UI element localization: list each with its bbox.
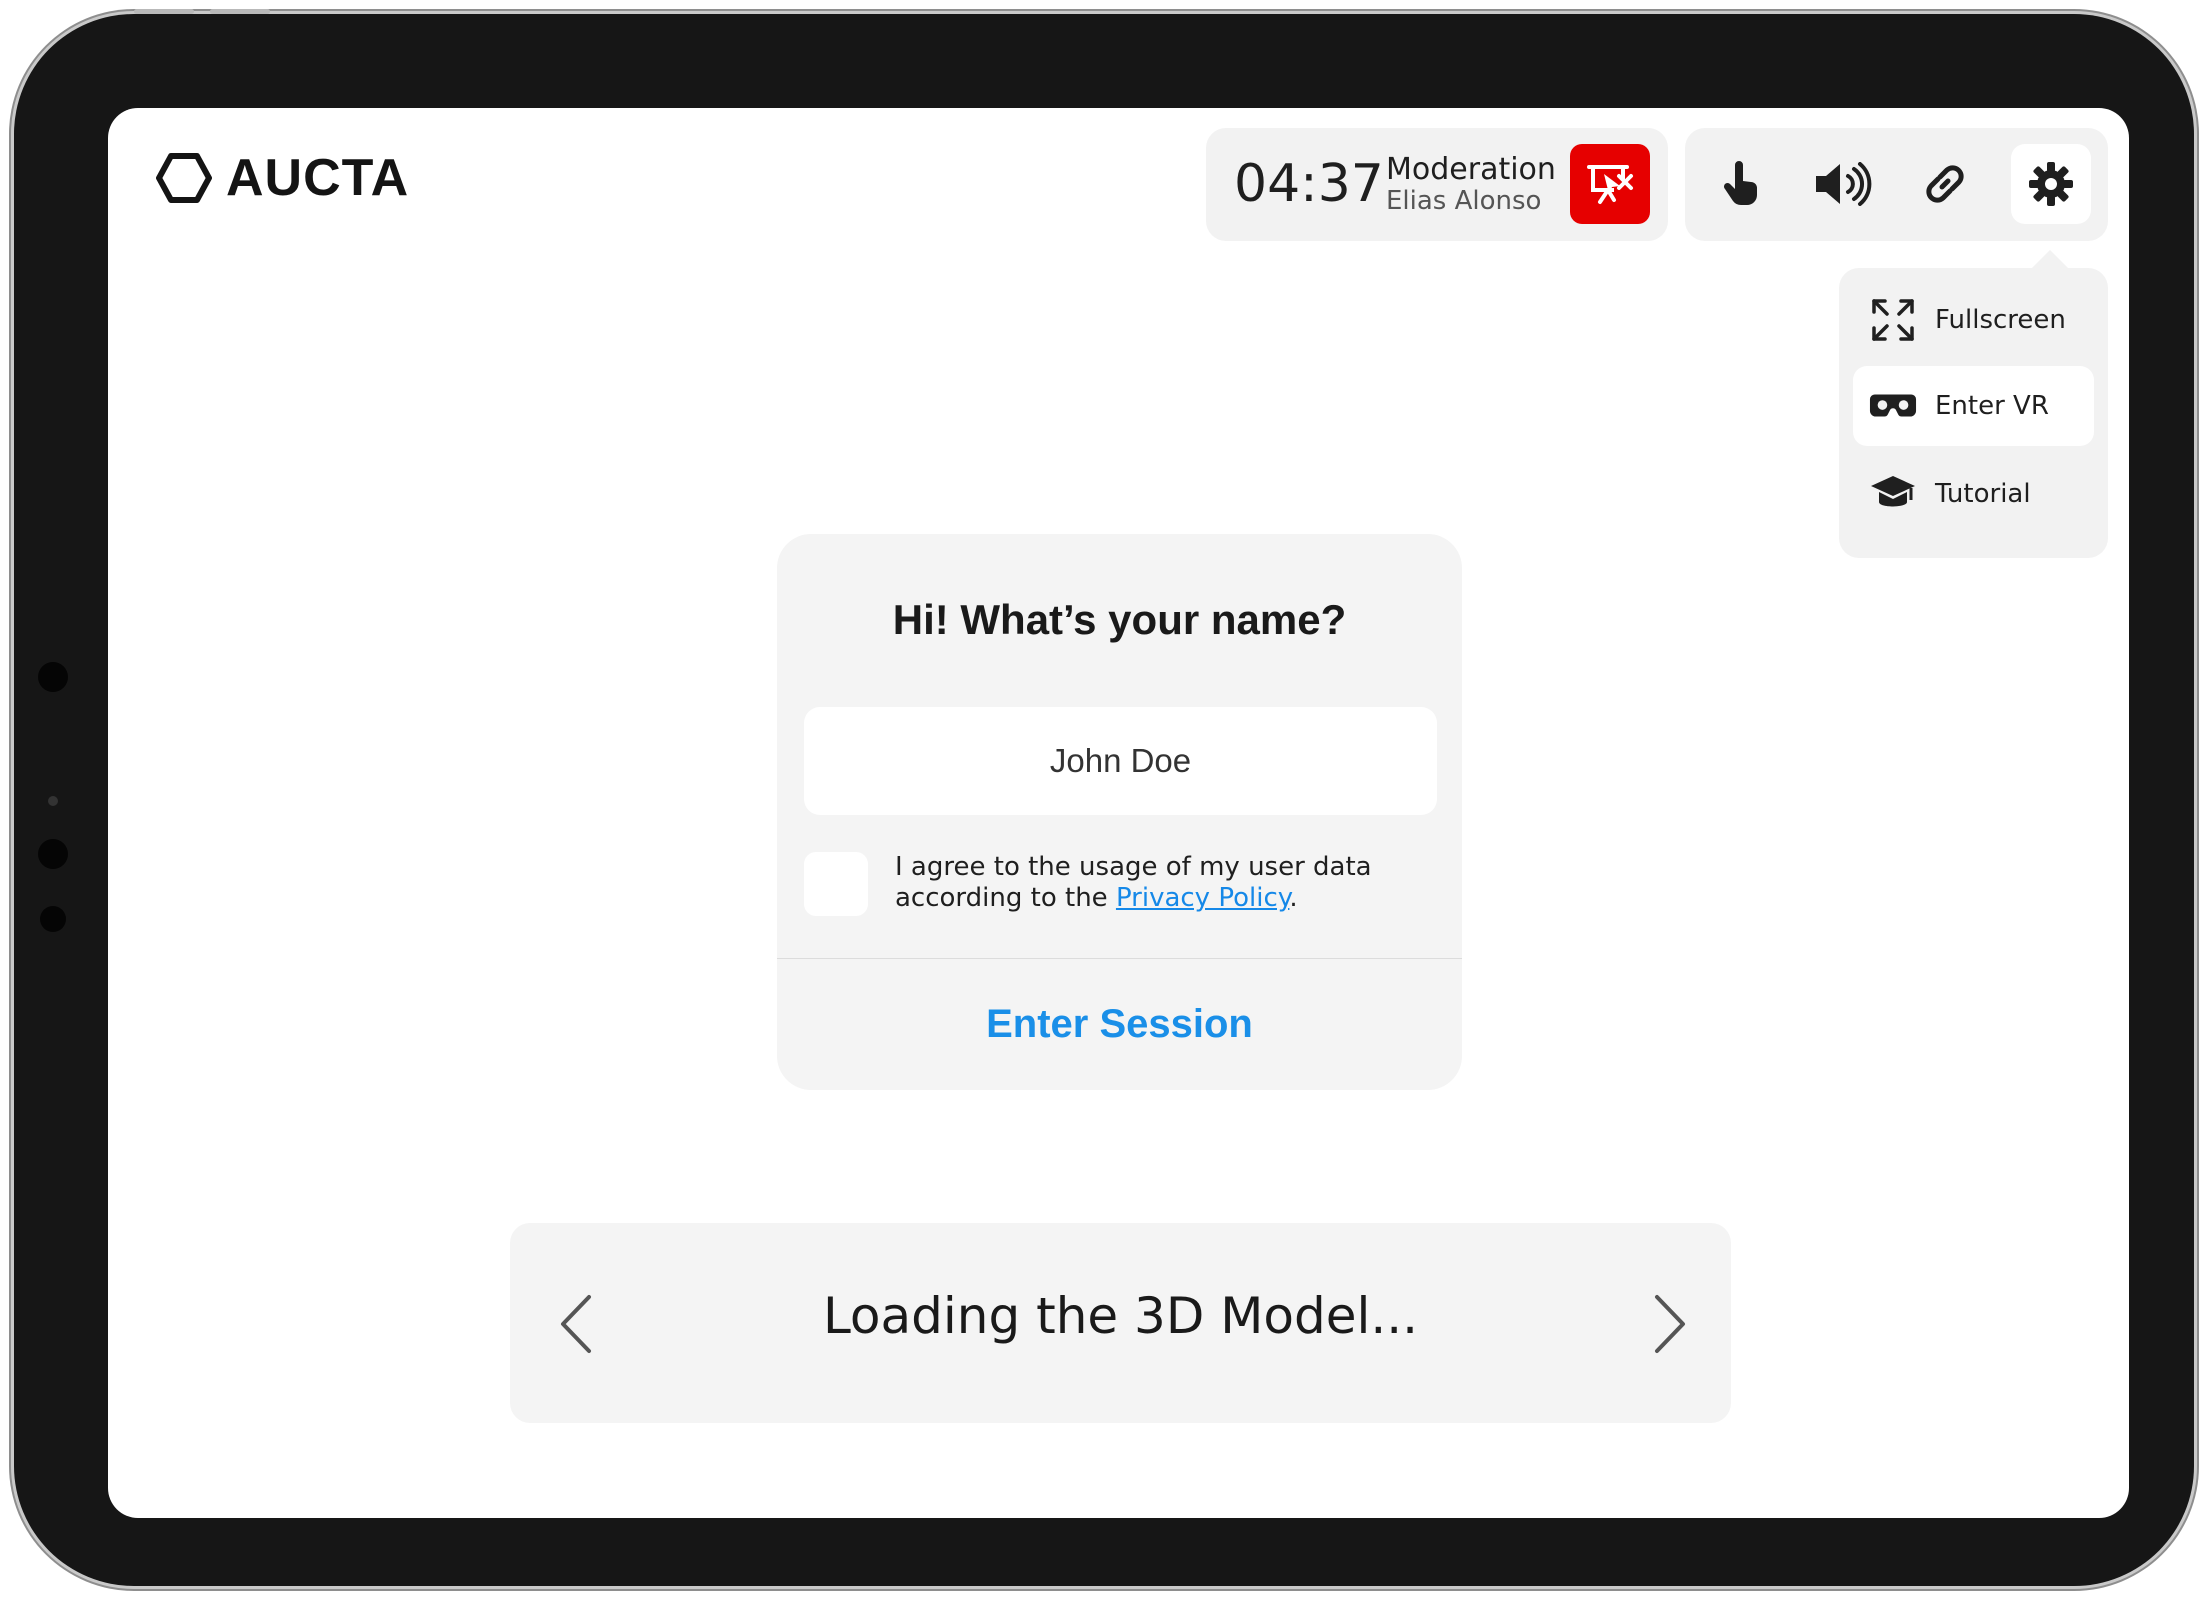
menu-item-label: Tutorial <box>1935 479 2031 509</box>
moderation-bar: 04:37 Moderation Elias Alonso <box>1206 128 1668 241</box>
share-link-button[interactable] <box>1905 144 1985 224</box>
volume-button[interactable] <box>1803 144 1883 224</box>
settings-menu: Fullscreen Enter VR Tutorial <box>1839 268 2108 558</box>
chevron-right-icon <box>1655 1295 1685 1353</box>
hexagon-logo-icon <box>156 153 212 203</box>
vr-headset-icon <box>1869 394 1917 417</box>
next-button[interactable] <box>1640 1289 1700 1359</box>
consent-line-1: I agree to the usage of my user data <box>895 852 1372 882</box>
sensor-dot <box>38 662 68 692</box>
loading-text: Loading the 3D Model... <box>822 1287 1419 1345</box>
privacy-policy-link[interactable]: Privacy Policy <box>1116 883 1289 913</box>
menu-item-enter-vr[interactable]: Enter VR <box>1853 366 2094 446</box>
fullscreen-icon <box>1872 299 1914 341</box>
dropdown-caret <box>2032 250 2068 268</box>
session-timer: 04:37 <box>1234 154 1384 214</box>
name-dialog: Hi! What’s your name? I agree to the usa… <box>777 534 1462 1090</box>
stop-moderation-button[interactable] <box>1570 144 1650 224</box>
consent-checkbox[interactable] <box>804 852 868 916</box>
settings-button[interactable] <box>2011 144 2091 224</box>
dialog-title: Hi! What’s your name? <box>892 596 1347 643</box>
moderation-title: Moderation <box>1386 152 1556 187</box>
app-logo: AUCTA <box>156 148 409 208</box>
consent-line-2: according to the <box>895 883 1116 913</box>
link-icon <box>1926 165 1964 203</box>
sensor-dot <box>40 906 66 932</box>
name-input[interactable] <box>804 707 1437 815</box>
top-button <box>210 9 270 14</box>
camera-lens <box>48 796 58 806</box>
graduation-cap-icon <box>1871 476 1915 507</box>
gear-icon <box>2029 162 2073 206</box>
hand-pointer-icon <box>1723 161 1757 205</box>
pointer-tool-button[interactable] <box>1701 144 1781 224</box>
menu-item-fullscreen[interactable]: Fullscreen <box>1853 280 2094 360</box>
consent-text: I agree to the usage of my user data acc… <box>895 852 1372 914</box>
menu-item-label: Enter VR <box>1935 391 2049 421</box>
enter-session-button[interactable]: Enter Session <box>777 959 1462 1090</box>
model-loading-panel: Loading the 3D Model... <box>510 1223 1731 1423</box>
logo-text: AUCTA <box>226 149 410 207</box>
moderator-name: Elias Alonso <box>1386 186 1542 216</box>
toolbar <box>1685 128 2108 241</box>
sensor-dot <box>38 839 68 869</box>
consent-end: . <box>1289 883 1298 913</box>
tablet-frame: AUCTA 04:37 Moderation Elias Alonso Full… <box>14 9 2194 1586</box>
app-screen: AUCTA 04:37 Moderation Elias Alonso Full… <box>108 108 2129 1518</box>
menu-item-label: Fullscreen <box>1935 305 2066 335</box>
top-button <box>134 9 194 14</box>
volume-icon <box>1816 162 1872 206</box>
stop-presentation-icon <box>1587 165 1633 204</box>
menu-item-tutorial[interactable]: Tutorial <box>1853 454 2094 534</box>
